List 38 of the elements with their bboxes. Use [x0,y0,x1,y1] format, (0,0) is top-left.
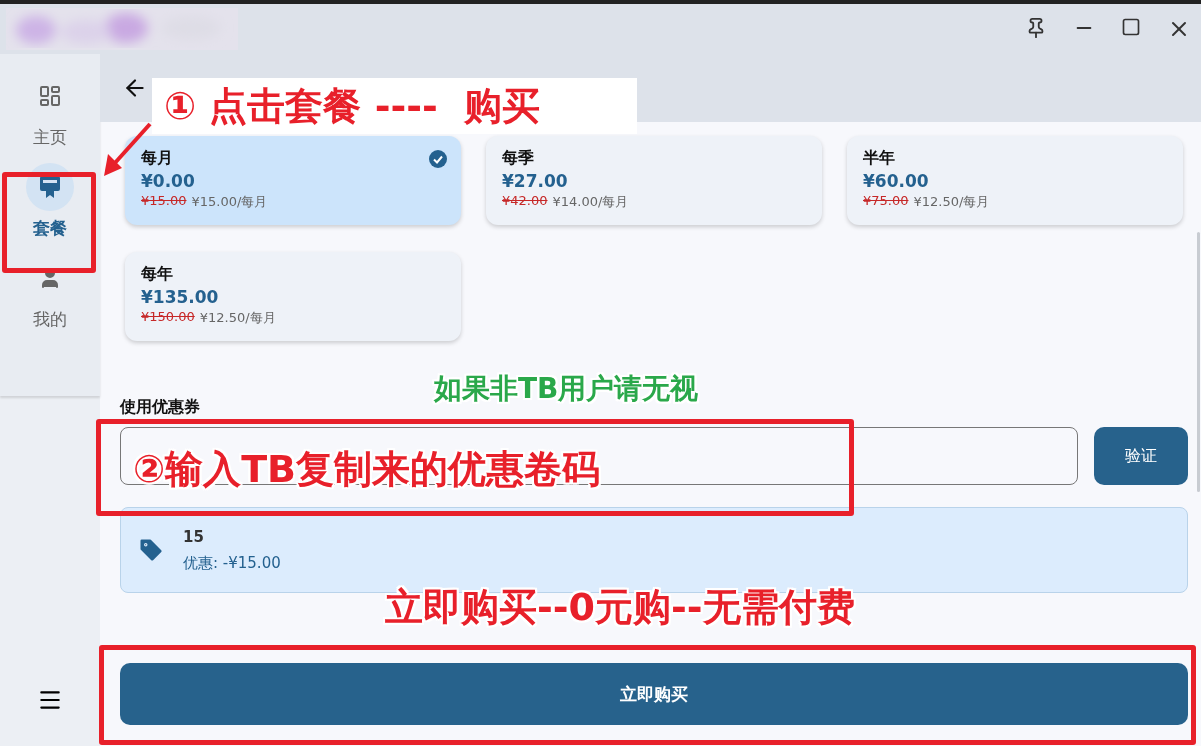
dashboard-icon [38,84,62,108]
plan-card[interactable]: 每季 ¥27.00 ¥42.00 ¥14.00/每月 [486,136,822,225]
tag-icon [137,536,165,564]
check-icon [429,150,447,168]
card-icon [38,174,62,200]
original-price: ¥15.00 [141,193,187,210]
hint-note: 如果非TB用户请无视 [434,371,699,407]
maximize-icon[interactable] [1121,17,1141,37]
nav-item[interactable]: 主页 [10,72,90,149]
plan-card[interactable]: 每年 ¥135.00 ¥150.00 ¥12.50/每月 [125,252,461,341]
monthly-price: ¥14.00/每月 [552,193,629,211]
step-three-note: 立即购买--0元购--无需付费 [385,584,855,631]
discount-text: 优惠: -¥15.00 [183,553,281,573]
plan-price: ¥60.00 [863,171,930,191]
coupon-code: 15 [183,527,205,546]
plan-price: ¥135.00 [141,287,220,307]
plan-card[interactable]: 每月 ¥0.00 ¥15.00 ¥15.00/每月 [125,136,461,225]
plan-card[interactable]: 半年 ¥60.00 ¥75.00 ¥12.50/每月 [847,136,1183,225]
plan-price: ¥27.00 [502,171,569,191]
verify-button[interactable]: 验证 [1094,427,1188,485]
monthly-price: ¥12.50/每月 [199,309,276,327]
plan-name: 每季 [502,148,534,169]
monthly-price: ¥15.00/每月 [191,193,268,211]
nav-item[interactable]: 我的 [10,254,90,331]
plan-name: 每年 [141,264,173,285]
step-two-note: ②输入TB复制来的优惠卷码 [133,446,601,493]
original-price: ¥150.00 [141,309,195,326]
buy-button[interactable]: 立即购买 [120,663,1188,725]
monthly-price: ¥12.50/每月 [913,193,990,211]
plan-name: 半年 [863,148,895,169]
original-price: ¥75.00 [863,193,909,210]
original-price: ¥42.00 [502,193,548,210]
plan-name: 每月 [141,148,173,169]
step-one-callout: ① 点击套餐 ---- 购买 [152,78,637,134]
plan-price: ¥0.00 [141,171,196,191]
nav-item[interactable]: 套餐 [10,163,90,240]
coupon-label: 使用优惠券 [120,397,200,418]
scrollbar[interactable] [1197,232,1200,492]
